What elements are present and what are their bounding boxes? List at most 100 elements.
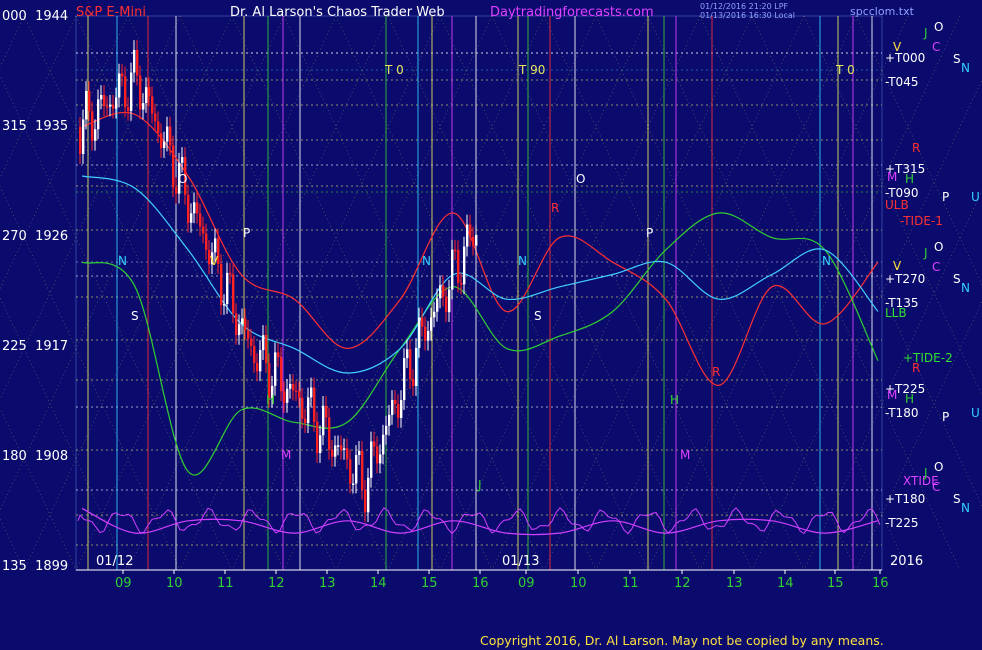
price-bar-body bbox=[427, 330, 430, 341]
planet-label: N bbox=[961, 501, 970, 515]
price-bar-body bbox=[142, 103, 145, 110]
price-bar-body bbox=[136, 50, 139, 76]
price-bar-body bbox=[97, 99, 100, 130]
price-bar-body bbox=[400, 400, 403, 418]
chart-title: Dr. Al Larson's Chaos Trader Web bbox=[230, 5, 445, 20]
price-bar-body bbox=[412, 379, 415, 387]
price-bar-body bbox=[115, 97, 118, 109]
x-tick: 15 bbox=[827, 576, 844, 591]
y-tick: 180 1908 bbox=[2, 449, 69, 464]
price-bar-body bbox=[433, 311, 436, 318]
price-bar-body bbox=[451, 249, 454, 290]
site-link[interactable]: Daytradingforecasts.com bbox=[490, 5, 654, 20]
price-bar-body bbox=[283, 391, 286, 403]
price-bar-body bbox=[469, 224, 472, 237]
price-bar-body bbox=[175, 187, 178, 194]
planet-label: C bbox=[932, 480, 941, 494]
price-bar-body bbox=[145, 87, 148, 104]
grid-letter: T 0 bbox=[384, 63, 404, 77]
price-bar-body bbox=[367, 477, 370, 513]
grid-letter: O bbox=[178, 172, 187, 186]
price-bar-body bbox=[280, 357, 283, 392]
price-bar-body bbox=[154, 113, 157, 122]
price-bar-body bbox=[376, 446, 379, 464]
planet-label: P bbox=[942, 190, 950, 204]
price-bar-body bbox=[310, 387, 313, 398]
price-bar-body bbox=[172, 145, 175, 188]
price-bar-body bbox=[475, 234, 478, 246]
right-label: +TIDE-2 bbox=[903, 351, 953, 365]
timestamp-1: 01/12/2016 21:20 LPF bbox=[700, 2, 789, 11]
year-label: 2016 bbox=[890, 554, 924, 569]
price-bar-body bbox=[250, 338, 253, 347]
price-bar-body bbox=[106, 106, 109, 108]
price-bar-body bbox=[298, 391, 301, 398]
grid-letter: P bbox=[646, 226, 653, 240]
x-tick: 16 bbox=[872, 576, 889, 591]
x-tick: 14 bbox=[370, 576, 387, 591]
price-bar-body bbox=[331, 449, 334, 457]
lattice-line bbox=[0, 15, 77, 179]
grid-letter: R bbox=[712, 365, 720, 379]
price-bar-body bbox=[244, 318, 247, 331]
planet-label: S bbox=[953, 52, 961, 66]
grid-letter: N bbox=[422, 254, 431, 268]
price-bar-body bbox=[214, 238, 217, 253]
grid-letter: N bbox=[822, 254, 831, 268]
grid-letter: M bbox=[281, 448, 291, 462]
price-bar-body bbox=[370, 441, 373, 478]
price-bar-body bbox=[262, 334, 265, 351]
price-bar-body bbox=[256, 362, 259, 372]
price-bar-body bbox=[391, 399, 394, 415]
price-bar-body bbox=[388, 414, 391, 426]
x-tick: 11 bbox=[622, 576, 639, 591]
price-bar-body bbox=[385, 425, 388, 435]
right-label: ULB bbox=[885, 198, 909, 212]
price-bar-body bbox=[343, 448, 346, 450]
grid-letter: H bbox=[670, 393, 679, 407]
price-bar-body bbox=[340, 445, 343, 450]
file-name: spcclom.txt bbox=[850, 5, 914, 18]
lattice-line bbox=[0, 15, 25, 68]
planet-label: R bbox=[912, 361, 921, 375]
price-bar-body bbox=[313, 387, 316, 422]
timestamp-2: 01/13/2016 16:30 Local bbox=[700, 11, 795, 20]
planet-label: U bbox=[971, 406, 980, 420]
price-bar-body bbox=[202, 226, 205, 234]
planet-label: S bbox=[953, 492, 961, 506]
planet-label: U bbox=[971, 190, 980, 204]
price-bar-body bbox=[421, 317, 424, 327]
y-tick: 000 1944 bbox=[2, 9, 69, 24]
price-bar-body bbox=[127, 107, 130, 111]
y-tick: 225 1917 bbox=[2, 339, 69, 354]
price-bar-body bbox=[157, 121, 160, 134]
price-bar-body bbox=[325, 405, 328, 418]
price-bar-body bbox=[100, 95, 103, 100]
planet-label: O bbox=[934, 20, 944, 34]
planet-label: M bbox=[887, 170, 898, 184]
price-bar-body bbox=[121, 73, 124, 77]
planet-label: N bbox=[961, 61, 970, 75]
x-tick: 15 bbox=[421, 576, 438, 591]
price-bar-body bbox=[406, 349, 409, 359]
price-bar-body bbox=[460, 282, 463, 285]
price-bar-body bbox=[373, 441, 376, 447]
price-bar-body bbox=[85, 90, 88, 120]
price-bar-body bbox=[301, 397, 304, 419]
right-label: -T045 bbox=[885, 75, 919, 89]
price-bar-body bbox=[226, 272, 229, 305]
x-tick: 10 bbox=[166, 576, 183, 591]
price-bar-body bbox=[112, 104, 115, 109]
price-bar-body bbox=[328, 417, 331, 450]
x-tick: 12 bbox=[268, 576, 285, 591]
right-label: -T180 bbox=[885, 406, 919, 420]
price-bar-body bbox=[163, 141, 166, 149]
date-tag-2: 01/13 bbox=[502, 554, 540, 569]
price-bar-body bbox=[466, 224, 469, 247]
y-tick: 315 1935 bbox=[2, 119, 69, 134]
planet-label: H bbox=[905, 392, 915, 406]
price-bar-body bbox=[199, 213, 202, 227]
price-bar-body bbox=[322, 405, 325, 436]
price-bar-body bbox=[196, 202, 199, 214]
price-bar-body bbox=[358, 450, 361, 456]
